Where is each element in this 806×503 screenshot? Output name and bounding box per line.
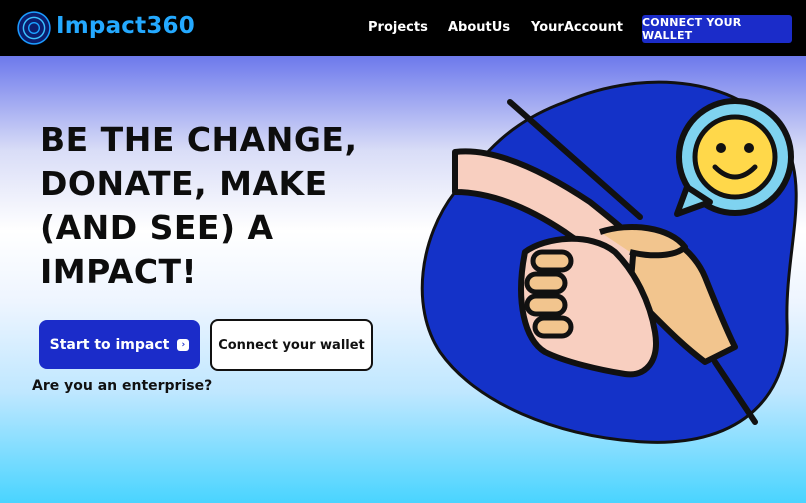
arrow-right-icon: › <box>177 338 190 351</box>
headline-line-1: BE THE CHANGE, <box>40 120 358 159</box>
headline-line-3: (AND SEE) A <box>40 206 400 250</box>
headline-line-4: IMPACT! <box>40 252 198 291</box>
start-to-impact-label: Start to impact <box>49 336 170 353</box>
headline-emphasis: (AND SEE) <box>40 208 236 247</box>
headline-line-3-rest: A <box>235 208 274 247</box>
enterprise-link[interactable]: Are you an enterprise? <box>32 378 212 394</box>
top-navbar: Impact360 Projects AboutUs YourAccount C… <box>0 0 806 56</box>
galaxy-logo-icon[interactable] <box>17 11 51 45</box>
hero-headline: BE THE CHANGE, DONATE, MAKE (AND SEE) A … <box>40 118 400 294</box>
headline-line-2: DONATE, MAKE <box>40 164 328 203</box>
nav-link-projects[interactable]: Projects <box>368 20 428 35</box>
start-to-impact-button[interactable]: Start to impact › <box>39 320 200 369</box>
connect-wallet-button[interactable]: Connect your wallet <box>210 319 373 371</box>
nav-link-your-account[interactable]: YourAccount <box>531 20 623 35</box>
hero-illustration <box>420 80 798 444</box>
connect-wallet-nav-button[interactable]: CONNECT YOUR WALLET <box>642 15 792 43</box>
brand-name[interactable]: Impact360 <box>56 13 195 39</box>
nav-link-about-us[interactable]: AboutUs <box>448 20 510 35</box>
smiley-chat-bubble-icon <box>674 98 794 217</box>
